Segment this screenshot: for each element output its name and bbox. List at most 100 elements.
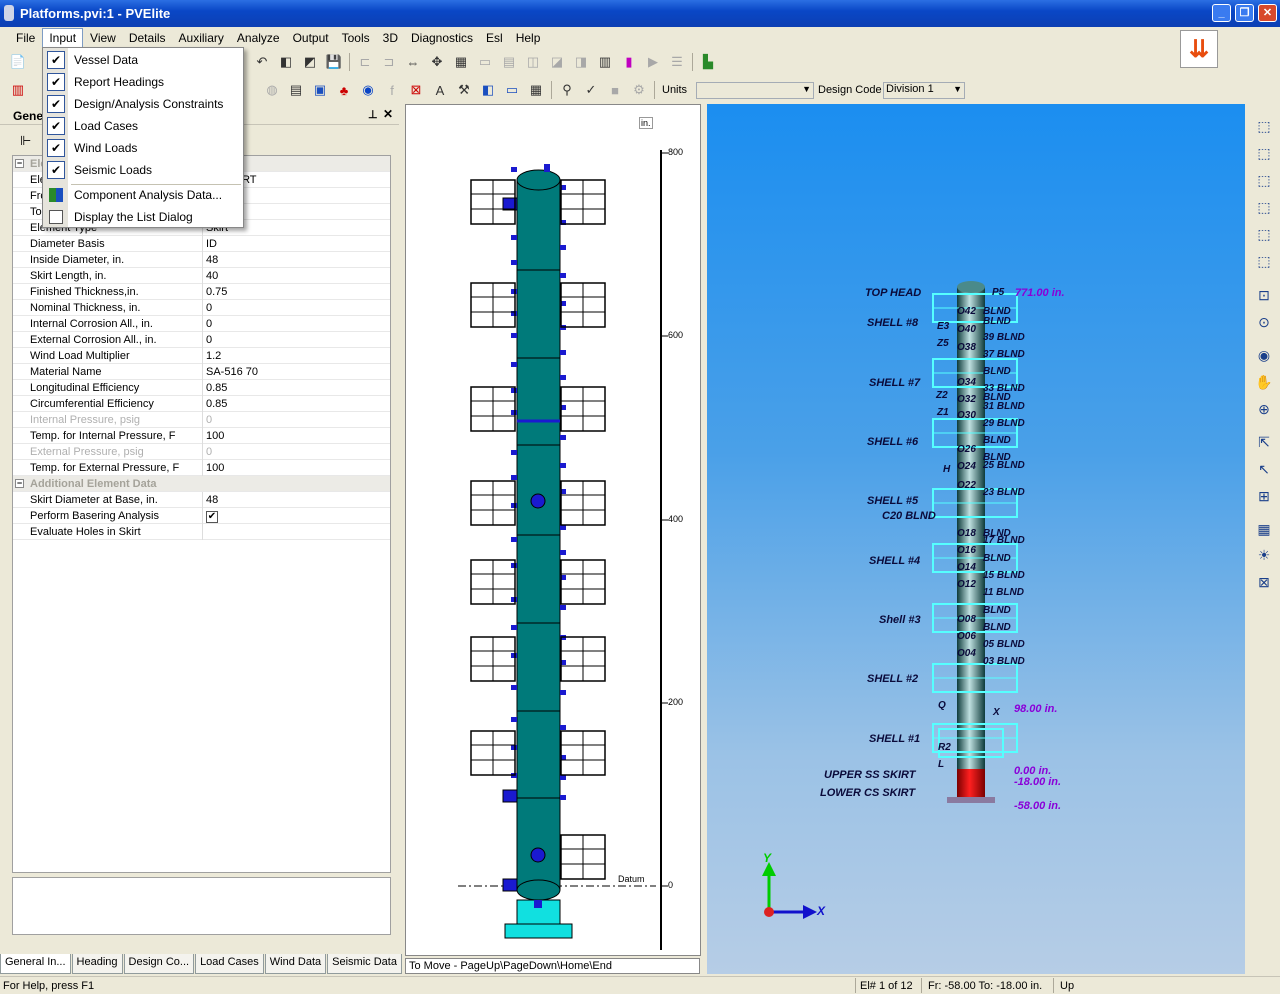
view-iso6-icon[interactable]: ⬚ [1255,253,1273,271]
menu-analyze[interactable]: Analyze [231,29,286,47]
vessel-icon[interactable]: ▥ [9,81,27,99]
tab-wind-data[interactable]: Wind Data [264,954,327,974]
property-row[interactable]: Diameter Basis ID [13,236,390,252]
menu-item-load-cases[interactable]: ✔ Load Cases [43,115,243,137]
maximize-button[interactable]: ❐ [1235,4,1254,22]
vessel-2d-drawing[interactable]: in. 800 600 400 200 0 Datum [405,104,701,956]
new-file-icon[interactable]: 📄 [9,53,27,71]
view-iso5-icon[interactable]: ⬚ [1255,226,1273,244]
globe-icon[interactable]: ◉ [359,81,377,99]
menu-item-component-analysis[interactable]: Component Analysis Data... [43,184,243,206]
hammer-icon[interactable]: ⚒ [455,81,473,99]
select-icon[interactable]: ⇱ [1255,434,1273,452]
property-value[interactable]: 48 [206,494,218,506]
flange-icon[interactable]: ▤ [500,53,518,71]
menu-3d[interactable]: 3D [377,29,404,47]
property-value[interactable]: 0 [206,334,212,346]
tab-general[interactable]: General In... [0,954,71,974]
property-value[interactable]: 48 [206,254,218,266]
zoom-window-icon[interactable]: ⊠ [1255,574,1273,592]
zoom-box-icon[interactable]: ⊡ [1255,287,1273,305]
menu-diagnostics[interactable]: Diagnostics [405,29,479,47]
property-category[interactable]: − Additional Element Data [13,476,390,492]
text-icon[interactable]: A [431,81,449,99]
wind-icon[interactable]: ♣ [335,81,353,99]
align-right-icon[interactable]: ⊐ [380,53,398,71]
collapse-icon[interactable]: − [15,479,24,488]
property-value[interactable]: 0.75 [206,286,227,298]
chart-icon[interactable]: ▙ [699,53,717,71]
move-icon[interactable]: ✥ [428,53,446,71]
close-button[interactable]: ✕ [1258,4,1277,22]
align-left-icon[interactable]: ⊏ [356,53,374,71]
pin-icon[interactable]: ⊥ [368,108,378,121]
tray-icon[interactable]: ▥ [596,53,614,71]
view-iso4-icon[interactable]: ⬚ [1255,199,1273,217]
collapse-button[interactable]: ⇊ [1180,30,1218,68]
menu-auxiliary[interactable]: Auxiliary [173,29,230,47]
grid-icon[interactable]: ▦ [1255,521,1273,539]
undo-icon[interactable]: ↶ [253,53,271,71]
menu-help[interactable]: Help [510,29,547,47]
property-row[interactable]: Wind Load Multiplier 1.2 [13,348,390,364]
menu-view[interactable]: View [84,29,122,47]
view-iso3-icon[interactable]: ⬚ [1255,172,1273,190]
error-icon[interactable]: ⊠ [407,81,425,99]
save-icon[interactable]: 💾 [325,53,343,71]
platform-icon[interactable]: ☰ [668,53,686,71]
square-icon[interactable]: ■ [606,81,624,99]
property-value[interactable]: 40 [206,270,218,282]
door-icon[interactable]: ◧ [479,81,497,99]
menu-item-seismic-loads[interactable]: ✔ Seismic Loads [43,159,243,181]
property-row[interactable]: External Pressure, psig 0 [13,444,390,460]
property-value[interactable]: 0 [206,302,212,314]
walk-icon[interactable]: ⚲ [558,81,576,99]
tab-load-cases[interactable]: Load Cases [195,954,264,974]
list-icon[interactable]: ▣ [311,81,329,99]
head-icon[interactable]: ◍ [263,81,281,99]
property-value[interactable]: 100 [206,430,224,442]
menu-item-wind-loads[interactable]: ✔ Wind Loads [43,137,243,159]
pan-hand-icon[interactable]: ✋ [1255,374,1273,392]
nozzle-icon[interactable]: ◫ [524,53,542,71]
close-panel-icon[interactable]: ✕ [383,107,393,121]
pointer-icon[interactable]: ↖ [1255,461,1273,479]
tools-icon[interactable]: ⚙ [630,81,648,99]
tab-seismic-data[interactable]: Seismic Data [327,954,402,974]
units-select[interactable]: ▼ [696,81,814,99]
sort-icon[interactable]: ⊩ [14,130,44,152]
lug-icon[interactable]: ▶ [644,53,662,71]
zoom-extents-icon[interactable]: ⊙ [1255,314,1273,332]
menu-file[interactable]: File [10,29,41,47]
light-icon[interactable]: ☀ [1255,547,1273,565]
eye-icon[interactable]: ◉ [1255,347,1273,365]
property-value[interactable]: 0.85 [206,382,227,394]
property-row[interactable]: Circumferential Efficiency 0.85 [13,396,390,412]
property-row[interactable]: Finished Thickness,in. 0.75 [13,284,390,300]
property-row[interactable]: Material Name SA-516 70 [13,364,390,380]
screen-icon[interactable]: ▭ [503,81,521,99]
vessel-3d-view[interactable]: TOP HEAD SHELL #8 SHELL #7 SHELL #6 SHELL #5… [707,104,1245,974]
tab-heading[interactable]: Heading [71,954,123,974]
basering-checkbox[interactable]: ✔ [206,511,218,523]
property-value[interactable]: ID [206,238,217,250]
property-row[interactable]: Perform Basering Analysis ✔ [13,508,390,524]
packing-icon[interactable]: ▮ [620,53,638,71]
property-row[interactable]: Inside Diameter, in. 48 [13,252,390,268]
calc-icon[interactable]: ▦ [527,81,545,99]
property-value[interactable]: 1.2 [206,350,221,362]
cut-icon[interactable]: ◧ [277,53,295,71]
property-row[interactable]: Longitudinal Efficiency 0.85 [13,380,390,396]
report-icon[interactable]: ▤ [287,81,305,99]
view-iso1-icon[interactable]: ⬚ [1255,118,1273,136]
property-row[interactable]: Temp. for Internal Pressure, F 100 [13,428,390,444]
property-row[interactable]: Internal Corrosion All., in. 0 [13,316,390,332]
view-iso2-icon[interactable]: ⬚ [1255,145,1273,163]
zoom-icon[interactable]: ⊕ [1255,401,1273,419]
property-row[interactable]: Skirt Diameter at Base, in. 48 [13,492,390,508]
grid-icon[interactable]: ▦ [452,53,470,71]
menu-item-vessel-data[interactable]: ✔ Vessel Data [43,49,243,71]
property-value[interactable]: 100 [206,462,224,474]
checkmark-icon[interactable]: ✓ [582,81,600,99]
property-value[interactable]: 0 [206,414,212,426]
